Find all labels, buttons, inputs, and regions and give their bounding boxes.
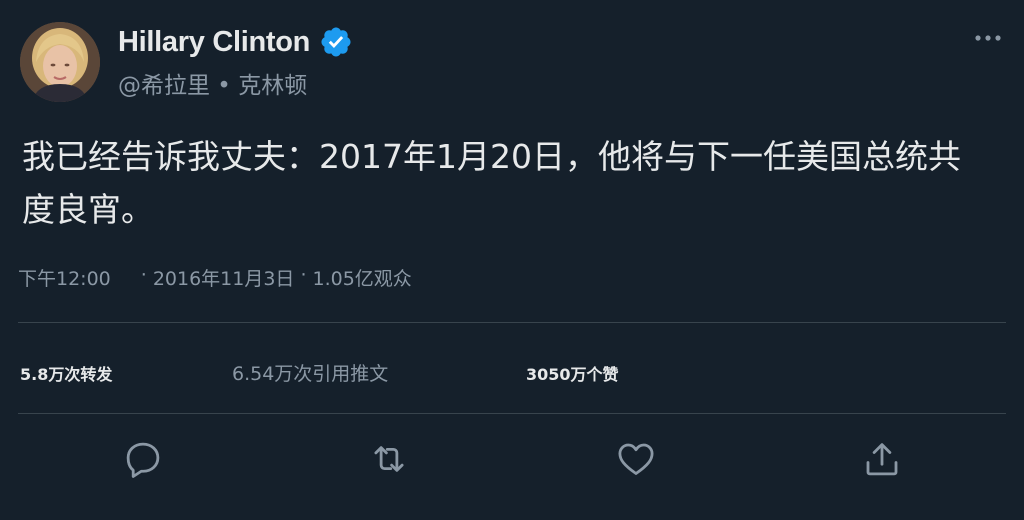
meta-separator: · [300, 264, 307, 286]
divider [18, 413, 1006, 414]
heart-icon[interactable] [615, 438, 657, 480]
verified-badge-icon [319, 25, 353, 59]
like-count[interactable]: 3050万个赞 [526, 361, 619, 385]
retweet-count[interactable]: 5.8万次转发 [20, 361, 112, 385]
divider [18, 322, 1006, 323]
retweet-icon[interactable] [368, 438, 410, 480]
like-count-label: 3050万个赞 [526, 365, 619, 384]
retweet-count-label: 5.8万次转发 [20, 365, 113, 384]
more-options-icon[interactable] [968, 24, 1008, 52]
display-name[interactable]: Hillary Clinton [118, 26, 310, 59]
tweet-date[interactable]: 2016年11月3日 [153, 264, 295, 291]
share-icon[interactable] [861, 438, 903, 480]
name-row: Hillary Clinton [118, 22, 353, 62]
tweet-text: 我已经告诉我丈夫：2017年1月20日，他将与下一任美国总统共度良宵。 [22, 137, 961, 229]
author-block: Hillary Clinton @希拉里 • 克林顿 [118, 22, 353, 100]
reply-icon[interactable] [122, 438, 164, 480]
meta-separator: · [140, 264, 147, 286]
tweet-meta: 下午12:00 · 2016年11月3日 · 1.05亿观众 [18, 264, 412, 291]
tweet-time[interactable]: 下午12:00 [18, 264, 111, 291]
quote-count-label: 6.54万次引用推文 [232, 363, 389, 385]
user-handle[interactable]: @希拉里 • 克林顿 [118, 66, 353, 100]
quote-count[interactable]: 6.54万次引用推文 [232, 359, 388, 386]
avatar-image [20, 22, 100, 102]
tweet-views: 1.05亿观众 [312, 268, 412, 290]
tweet-card: Hillary Clinton @希拉里 • 克林顿 我已经告诉我丈夫：2017… [0, 0, 1024, 520]
avatar[interactable] [20, 22, 100, 102]
